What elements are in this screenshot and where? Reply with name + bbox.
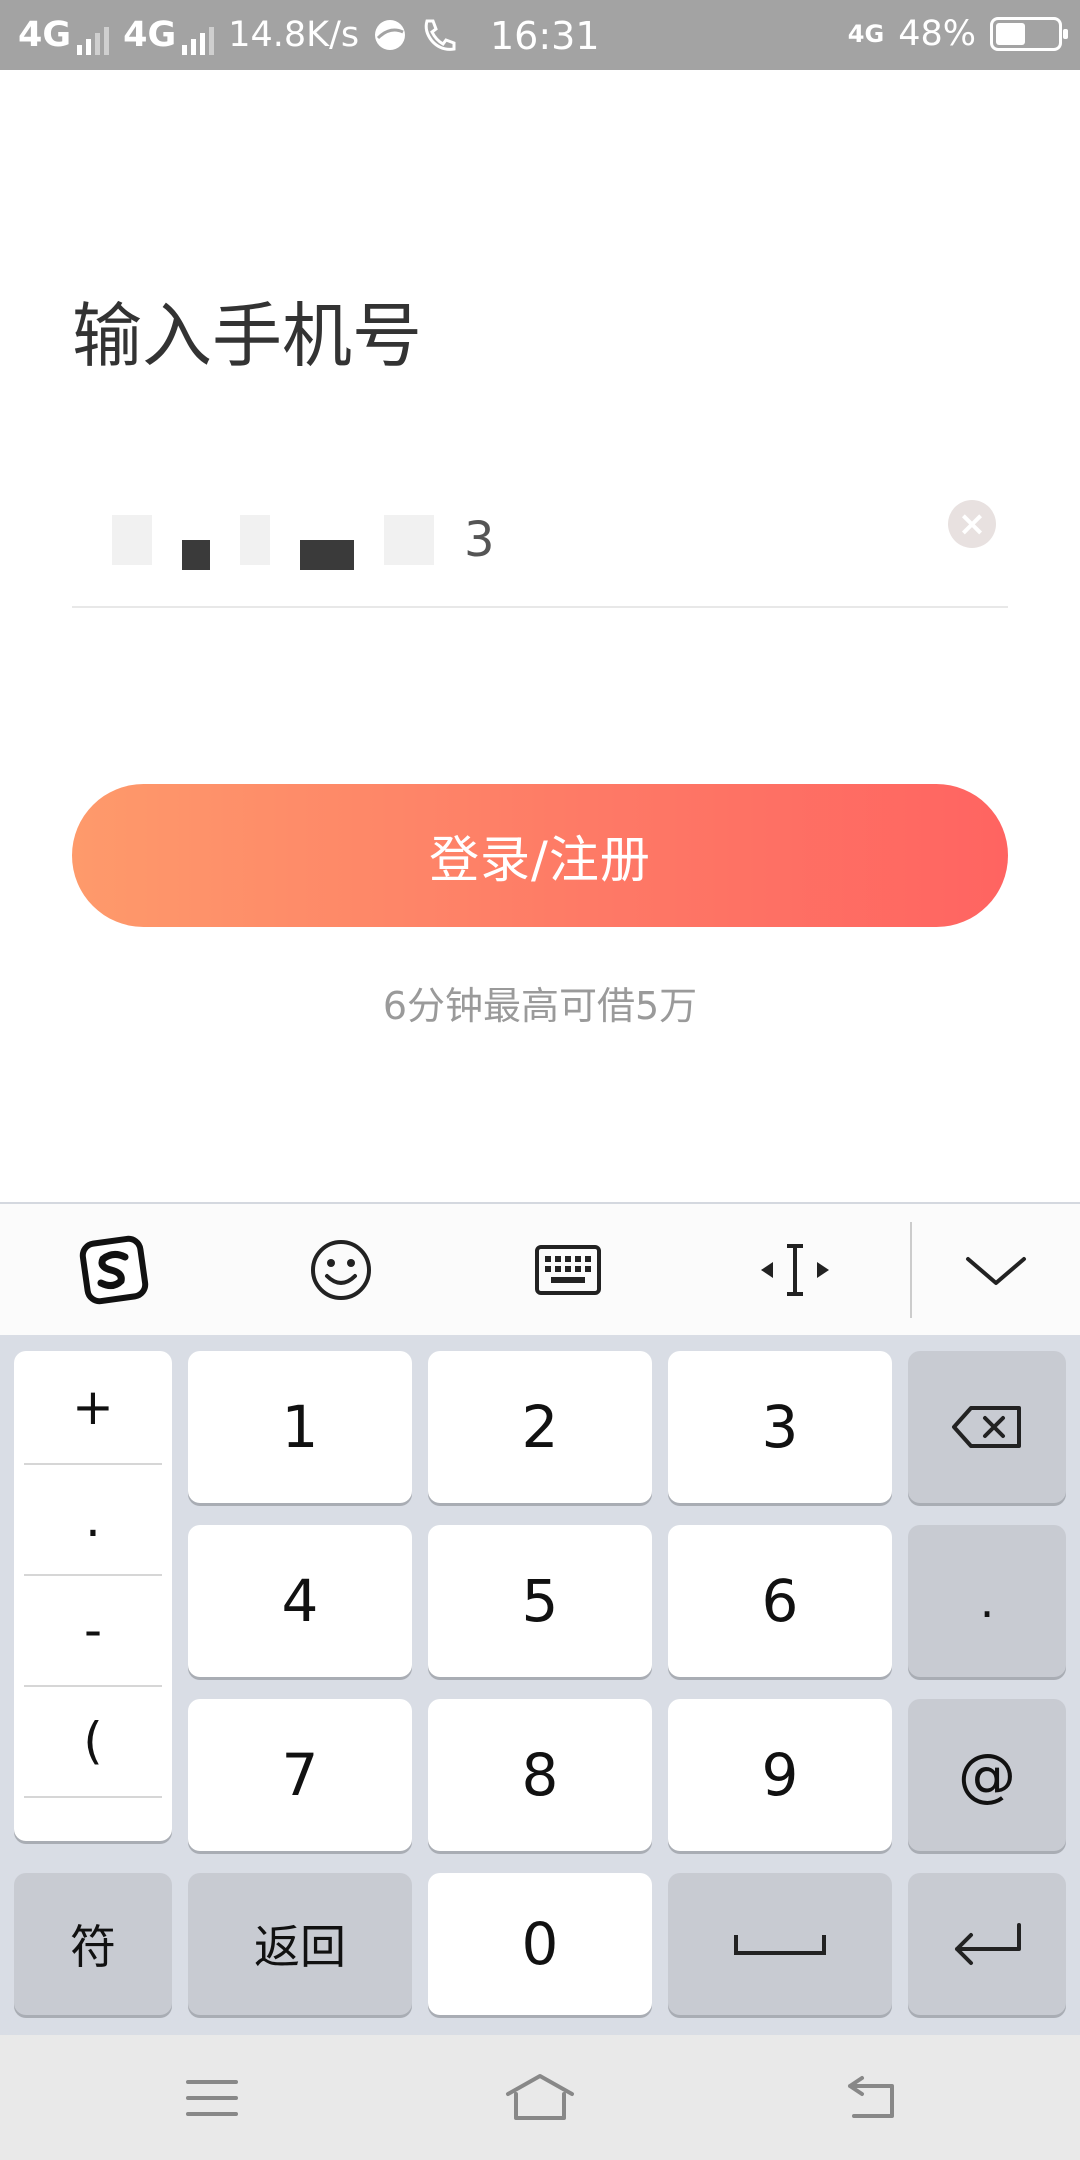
phone-last-digit: 3 — [464, 512, 495, 568]
app-notification-icon — [375, 20, 406, 50]
masked-segment — [182, 540, 210, 570]
menu-icon — [186, 2079, 238, 2116]
keyboard-toolbar — [0, 1202, 1080, 1335]
cursor-move-icon — [760, 1243, 829, 1296]
network-speed: 14.8K/s — [228, 15, 360, 55]
status-bar: 4G 4G 14.8K/s 16:31 4G 48% — [0, 0, 1080, 70]
keyboard-switch-button[interactable] — [454, 1203, 681, 1336]
battery-percent: 48% — [898, 14, 976, 54]
masked-segment — [112, 515, 152, 565]
home-icon — [506, 2073, 574, 2120]
phone-input[interactable]: 3 × — [72, 490, 1008, 608]
key-9[interactable]: 9 — [668, 1699, 892, 1851]
key-7[interactable]: 7 — [188, 1699, 412, 1851]
number-keyboard: + . - ( 1 2 3 4 5 6 . 7 8 9 @ 符 返回 0 — [0, 1335, 1080, 2035]
nav-back-button[interactable] — [770, 2035, 970, 2160]
nav-home-button[interactable] — [440, 2035, 640, 2160]
network-1: 4G — [18, 15, 110, 55]
cursor-move-button[interactable] — [681, 1203, 908, 1336]
status-right: 4G 48% — [847, 14, 1068, 54]
symbol-separator — [24, 1796, 162, 1798]
emoji-button[interactable] — [227, 1203, 454, 1336]
delete-key[interactable] — [908, 1351, 1066, 1503]
masked-segment — [300, 540, 354, 570]
return-key[interactable]: 返回 — [188, 1873, 412, 2015]
collapse-chevron-icon — [966, 1256, 1026, 1285]
key-5[interactable]: 5 — [428, 1525, 652, 1677]
network-2-label: 4G — [123, 15, 177, 55]
collapse-keyboard-button[interactable] — [912, 1204, 1080, 1337]
symbol-key[interactable]: . — [14, 1464, 172, 1574]
symbol-key[interactable]: + — [14, 1351, 172, 1463]
sogou-logo-icon — [79, 1235, 148, 1304]
sogou-button[interactable] — [0, 1203, 227, 1336]
symbol-column[interactable]: + . - ( — [14, 1351, 172, 1841]
masked-segment — [384, 515, 434, 565]
close-icon: × — [957, 504, 987, 544]
emoji-icon — [310, 1239, 371, 1300]
key-3[interactable]: 3 — [668, 1351, 892, 1503]
key-8[interactable]: 8 — [428, 1699, 652, 1851]
page-title: 输入手机号 — [72, 295, 422, 377]
navigation-bar — [0, 2035, 1080, 2160]
enter-key[interactable] — [908, 1873, 1066, 2015]
key-2[interactable]: 2 — [428, 1351, 652, 1503]
back-icon — [848, 2075, 894, 2118]
enter-icon — [955, 1923, 1021, 1965]
loan-tagline: 6分钟最高可借5万 — [382, 984, 698, 1028]
nav-menu-button[interactable] — [112, 2035, 312, 2160]
phone-call-icon — [424, 19, 456, 51]
network-1-label: 4G — [18, 15, 72, 55]
phone-value-masked: 3 — [112, 500, 495, 580]
backspace-icon — [952, 1406, 1021, 1448]
symbol-key[interactable]: - — [14, 1575, 172, 1685]
at-key[interactable]: @ — [908, 1699, 1066, 1851]
login-register-button[interactable]: 登录/注册 — [72, 784, 1008, 927]
key-0[interactable]: 0 — [428, 1873, 652, 2015]
keyboard-icon — [534, 1244, 601, 1295]
symbol-key[interactable]: ( — [14, 1686, 172, 1796]
space-icon — [734, 1935, 826, 1955]
signal-icon — [182, 27, 215, 55]
battery-icon — [990, 17, 1068, 51]
space-key[interactable] — [668, 1873, 892, 2015]
dot-key[interactable]: . — [908, 1525, 1066, 1677]
key-1[interactable]: 1 — [188, 1351, 412, 1503]
symbols-key[interactable]: 符 — [14, 1873, 172, 2015]
clear-input-button[interactable]: × — [948, 500, 996, 548]
network-2: 4G — [123, 15, 215, 55]
net-type: 4G — [847, 20, 885, 48]
key-6[interactable]: 6 — [668, 1525, 892, 1677]
status-left: 4G 4G 14.8K/s — [18, 15, 459, 55]
masked-segment — [240, 515, 270, 565]
clock: 16:31 — [490, 14, 600, 58]
key-4[interactable]: 4 — [188, 1525, 412, 1677]
signal-icon — [77, 27, 110, 55]
